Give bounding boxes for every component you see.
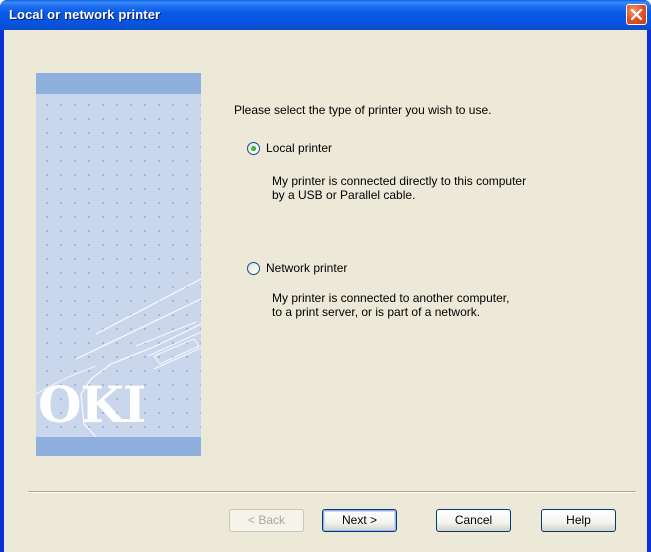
local-printer-description: My printer is connected directly to this…: [272, 174, 526, 202]
window-title: Local or network printer: [9, 7, 161, 22]
instruction-text: Please select the type of printer you wi…: [234, 103, 492, 117]
local-printer-radio[interactable]: [247, 141, 260, 155]
close-x-icon: [630, 8, 643, 21]
help-button[interactable]: Help: [541, 509, 616, 532]
brand-logo: OKI: [38, 375, 146, 434]
network-printer-desc-line2: to a print server, or is part of a netwo…: [272, 305, 481, 319]
network-printer-desc-line1: My printer is connected to another compu…: [272, 291, 510, 305]
cancel-button[interactable]: Cancel: [436, 509, 511, 532]
network-printer-radio[interactable]: [247, 261, 260, 275]
back-button[interactable]: < Back: [229, 509, 304, 532]
network-printer-label[interactable]: Network printer: [266, 261, 347, 275]
title-bar[interactable]: Local or network printer: [0, 0, 651, 30]
dialog-client-area: OKI Please select the type of printer yo…: [4, 30, 647, 552]
next-button[interactable]: Next >: [322, 509, 397, 532]
side-banner-artwork: OKI: [36, 94, 201, 437]
local-printer-desc-line2: by a USB or Parallel cable.: [272, 188, 416, 202]
local-printer-desc-line1: My printer is connected directly to this…: [272, 174, 527, 188]
local-printer-label[interactable]: Local printer: [266, 141, 332, 155]
dialog-window: Local or network printer OKI Please sele…: [0, 0, 651, 552]
close-button[interactable]: [626, 4, 647, 25]
network-printer-description: My printer is connected to another compu…: [272, 291, 509, 319]
network-printer-option[interactable]: Network printer: [247, 261, 347, 275]
local-printer-option[interactable]: Local printer: [247, 141, 332, 155]
button-separator: [28, 491, 636, 493]
side-banner: OKI: [36, 73, 201, 456]
